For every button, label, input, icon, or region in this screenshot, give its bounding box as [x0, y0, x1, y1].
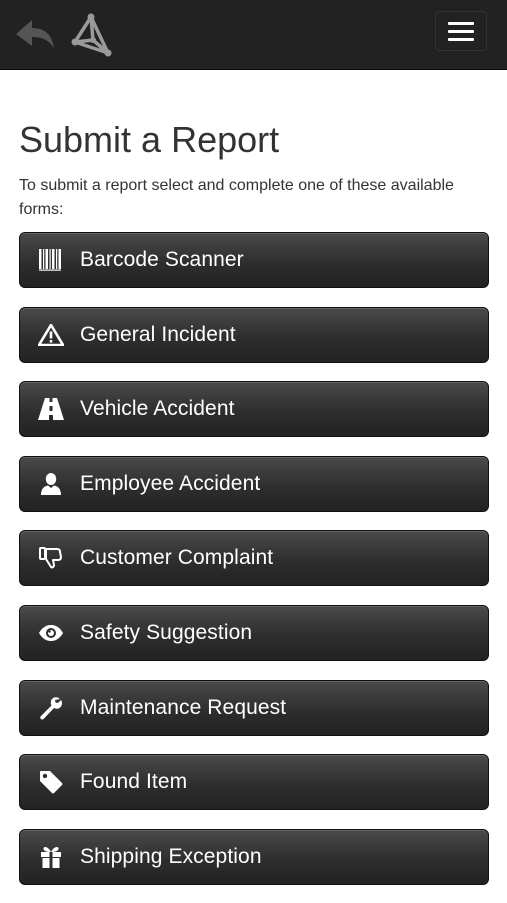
barcode-icon: [38, 247, 64, 273]
top-navbar: [0, 0, 507, 70]
app-logo: [68, 12, 114, 58]
triangle-logo-icon: [68, 12, 114, 58]
back-button[interactable]: [12, 16, 58, 52]
thumbs-down-icon: [38, 545, 64, 571]
back-arrow-icon: [14, 17, 56, 51]
general-incident-button[interactable]: General Incident: [19, 306, 489, 363]
form-label: Safety Suggestion: [80, 620, 253, 644]
hamburger-menu-button[interactable]: [435, 11, 487, 51]
road-icon: [38, 396, 64, 422]
page-title: Submit a Report: [19, 119, 280, 160]
barcode-scanner-button[interactable]: Barcode Scanner: [19, 232, 489, 288]
form-label: Found Item: [80, 770, 188, 794]
form-label: Employee Accident: [80, 471, 261, 495]
employee-accident-button[interactable]: Employee Accident: [19, 455, 489, 512]
tag-icon: [38, 769, 64, 795]
hamburger-bar: [448, 29, 474, 33]
main-content: Submit a Report To submit a report selec…: [19, 70, 489, 903]
gift-icon: [38, 844, 64, 870]
customer-complaint-button[interactable]: Customer Complaint: [19, 530, 489, 587]
hamburger-menu-icon: [448, 21, 474, 25]
maintenance-request-button[interactable]: Maintenance Request: [19, 679, 489, 736]
form-label: Shipping Exception: [80, 844, 262, 868]
wrench-icon: [38, 695, 64, 721]
vehicle-accident-button[interactable]: Vehicle Accident: [19, 381, 489, 438]
found-item-button[interactable]: Found Item: [19, 754, 489, 811]
form-list: Barcode Scanner General Incident Vehicle…: [19, 232, 489, 885]
form-label: Maintenance Request: [80, 695, 287, 719]
user-icon: [38, 471, 64, 497]
eye-icon: [38, 620, 64, 646]
form-label: Barcode Scanner: [80, 248, 244, 271]
safety-suggestion-button[interactable]: Safety Suggestion: [19, 604, 489, 661]
shipping-exception-button[interactable]: Shipping Exception: [19, 828, 489, 885]
form-label: Vehicle Accident: [80, 397, 235, 421]
hamburger-bar: [448, 37, 474, 41]
form-label: General Incident: [80, 322, 236, 346]
warning-icon: [38, 322, 64, 348]
form-label: Customer Complaint: [80, 546, 274, 570]
intro-text: To submit a report select and complete o…: [19, 177, 454, 218]
